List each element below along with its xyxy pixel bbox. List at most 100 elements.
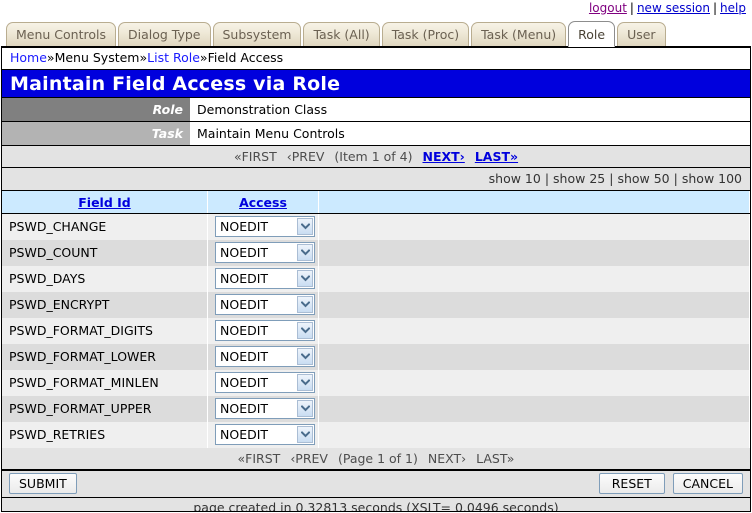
top-links-separator-2: | (713, 1, 718, 15)
access-select[interactable]: NOEDIT (215, 242, 315, 263)
pager-top: «FIRST ‹PREV (Item 1 of 4) NEXT› LAST» (2, 146, 750, 168)
pager-top-prev: ‹PREV (286, 149, 325, 164)
table-row: PSWD_CHANGE NOEDIT (2, 213, 750, 240)
pager-bottom-prev: ‹PREV (290, 450, 328, 466)
tab-task-all[interactable]: Task (All) (303, 22, 380, 47)
logout-link[interactable]: logout (589, 1, 627, 15)
show-100-option[interactable]: show 100 (682, 171, 742, 186)
pager-top-first: «FIRST (233, 149, 277, 164)
page-title: Maintain Field Access via Role (2, 70, 750, 98)
access-select[interactable]: NOEDIT (215, 320, 315, 341)
table-row: PSWD_COUNT NOEDIT (2, 239, 750, 266)
access-select-value: NOEDIT (220, 323, 269, 338)
show-50-option[interactable]: show 50 (617, 171, 669, 186)
show-separator-2: | (609, 171, 614, 186)
table-header-row: Field Id Access (2, 191, 750, 214)
access-select[interactable]: NOEDIT (215, 372, 315, 393)
column-header-blank (318, 191, 750, 214)
pager-top-last-link[interactable]: LAST» (475, 149, 518, 164)
field-id-cell: PSWD_FORMAT_UPPER (2, 395, 208, 422)
chevron-down-icon[interactable] (297, 244, 313, 261)
access-select[interactable]: NOEDIT (215, 346, 315, 367)
show-separator-1: | (544, 171, 550, 186)
tab-dialog-type[interactable]: Dialog Type (118, 22, 211, 47)
help-link[interactable]: help (720, 1, 746, 15)
sort-access-link[interactable]: Access (239, 195, 287, 210)
breadcrumb-separator-1: » (46, 50, 55, 65)
blank-cell (318, 265, 750, 292)
field-id-cell: PSWD_FORMAT_DIGITS (2, 317, 208, 344)
cancel-button[interactable]: CANCEL (672, 473, 743, 494)
breadcrumb-list-role-link[interactable]: List Role (147, 50, 200, 65)
chevron-down-icon[interactable] (297, 218, 313, 236)
task-value: Maintain Menu Controls (190, 122, 750, 145)
blank-cell (318, 395, 750, 422)
field-id-cell: PSWD_CHANGE (2, 213, 208, 240)
submit-button[interactable]: SUBMIT (9, 473, 77, 494)
access-select-value: NOEDIT (220, 297, 269, 312)
sort-field-id-link[interactable]: Field Id (78, 195, 130, 210)
table-row: PSWD_ENCRYPT NOEDIT (2, 291, 750, 318)
table-row: PSWD_FORMAT_DIGITS NOEDIT (2, 317, 750, 344)
access-select-value: NOEDIT (220, 349, 269, 364)
task-info-row: Task Maintain Menu Controls (2, 122, 750, 146)
blank-cell (318, 343, 750, 370)
access-select[interactable]: NOEDIT (215, 424, 315, 445)
show-25-option[interactable]: show 25 (553, 171, 605, 186)
access-cell: NOEDIT (207, 213, 319, 240)
breadcrumb-home-link[interactable]: Home (10, 50, 47, 65)
chevron-down-icon[interactable] (297, 322, 313, 339)
access-cell: NOEDIT (207, 369, 319, 396)
table-row: PSWD_FORMAT_LOWER NOEDIT (2, 343, 750, 370)
blank-cell (318, 239, 750, 266)
chevron-down-icon[interactable] (297, 400, 313, 417)
field-id-cell: PSWD_FORMAT_LOWER (2, 343, 208, 370)
show-separator-3: | (673, 171, 678, 186)
access-select-value: NOEDIT (220, 401, 269, 416)
chevron-down-icon[interactable] (297, 296, 313, 313)
top-links-bar: logout | new session | help (0, 0, 752, 16)
blank-cell (318, 369, 750, 396)
table-row: PSWD_RETRIES NOEDIT (2, 421, 750, 448)
blank-cell (318, 421, 750, 448)
access-select[interactable]: NOEDIT (215, 294, 315, 315)
tab-role[interactable]: Role (568, 21, 616, 47)
access-select-value: NOEDIT (220, 427, 269, 442)
field-id-cell: PSWD_ENCRYPT (2, 291, 208, 318)
access-cell: NOEDIT (207, 265, 319, 292)
table-row: PSWD_DAYS NOEDIT (2, 265, 750, 292)
pager-top-next-link[interactable]: NEXT› (422, 149, 464, 164)
access-cell: NOEDIT (207, 343, 319, 370)
chevron-down-icon[interactable] (297, 270, 313, 287)
access-select-value: NOEDIT (220, 375, 269, 390)
breadcrumb-separator-2: » (139, 50, 148, 65)
column-header-field-id: Field Id (2, 191, 208, 214)
role-value: Demonstration Class (190, 98, 750, 121)
tab-task-proc[interactable]: Task (Proc) (381, 22, 470, 47)
access-select[interactable]: NOEDIT (215, 268, 315, 289)
access-cell: NOEDIT (207, 239, 319, 266)
chevron-down-icon[interactable] (297, 374, 313, 391)
table-row: PSWD_FORMAT_MINLEN NOEDIT (2, 369, 750, 396)
field-access-table: Field Id Access PSWD_CHANGE NOEDIT PSWD_… (2, 191, 750, 448)
role-info-row: Role Demonstration Class (2, 98, 750, 122)
tab-task-menu[interactable]: Task (Menu) (471, 22, 567, 47)
access-cell: NOEDIT (207, 395, 319, 422)
field-id-cell: PSWD_RETRIES (2, 421, 208, 448)
field-id-cell: PSWD_FORMAT_MINLEN (2, 369, 208, 396)
chevron-down-icon[interactable] (297, 426, 313, 443)
access-select[interactable]: NOEDIT (215, 216, 315, 238)
tab-menu-controls[interactable]: Menu Controls (6, 22, 116, 47)
field-id-cell: PSWD_DAYS (2, 265, 208, 292)
tab-subsystem[interactable]: Subsystem (212, 22, 302, 47)
reset-button[interactable]: RESET (598, 473, 665, 494)
chevron-down-icon[interactable] (297, 348, 313, 365)
main-frame: Home»Menu System»List Role»Field Access … (1, 46, 751, 512)
new-session-link[interactable]: new session (637, 1, 710, 15)
tab-user[interactable]: User (617, 22, 666, 47)
breadcrumb: Home»Menu System»List Role»Field Access (2, 48, 750, 70)
table-header: Field Id Access (2, 191, 750, 214)
show-10-option[interactable]: show 10 (489, 171, 541, 186)
access-select[interactable]: NOEDIT (215, 398, 315, 419)
role-label: Role (2, 98, 190, 121)
